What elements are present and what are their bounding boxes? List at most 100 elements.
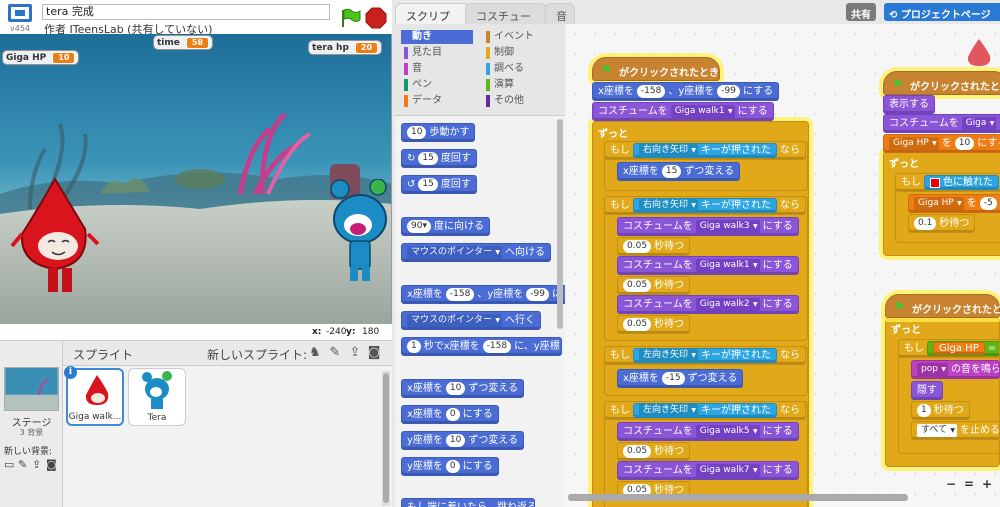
if-header[interactable]: もし Giga HP = bbox=[898, 339, 1000, 358]
block-input[interactable]: 10 bbox=[407, 126, 427, 139]
upload-backdrop-icon[interactable]: ⇪ bbox=[32, 459, 45, 471]
block-input[interactable]: 15 bbox=[418, 152, 438, 165]
block-dropdown[interactable]: 右向き矢印 bbox=[639, 144, 699, 157]
variable-reporter[interactable]: Giga HP bbox=[933, 342, 985, 355]
fullscreen-icon[interactable] bbox=[8, 4, 32, 22]
block-input[interactable]: 15 bbox=[661, 165, 682, 178]
info-icon[interactable]: i bbox=[64, 366, 77, 379]
block-turn-left[interactable]: ↺ 15 度回す bbox=[401, 175, 477, 194]
block-input[interactable]: -5 bbox=[979, 197, 997, 210]
block-goto[interactable]: マウスのポインターへ行く bbox=[401, 311, 542, 330]
block-dropdown[interactable]: Giga walk5 bbox=[695, 425, 760, 438]
block-turn-right[interactable]: ↻ 15 度回す bbox=[401, 149, 477, 168]
block-dropdown[interactable]: Giga walk7 bbox=[695, 464, 760, 477]
block-switch-costume[interactable]: コスチュームをGiga walk7にする bbox=[617, 461, 799, 480]
sprite-scrollbar[interactable] bbox=[382, 371, 390, 506]
block-input[interactable]: 10 bbox=[445, 434, 466, 447]
block-set-x[interactable]: x座標を 0 にする bbox=[401, 405, 499, 424]
hat-green-flag-2[interactable]: ⚑ がクリックされたとき bbox=[883, 71, 1000, 95]
block-wait[interactable]: 0.05 秒待つ bbox=[617, 275, 691, 295]
category-8[interactable]: 演算 bbox=[483, 78, 555, 92]
block-switch-costume[interactable]: コスチュームをGiga walk1にする bbox=[617, 256, 799, 275]
block-dropdown[interactable]: Giga walk1 bbox=[670, 105, 735, 118]
if-header-4[interactable]: もし 左向き矢印キーが押された なら bbox=[604, 401, 807, 420]
block-input[interactable]: 0.05 bbox=[623, 278, 652, 292]
block-hide[interactable]: 隠す bbox=[911, 381, 943, 400]
color-swatch[interactable] bbox=[930, 177, 940, 188]
scripts-horizontal-scrollbar[interactable] bbox=[568, 494, 908, 501]
category-6[interactable]: 制御 bbox=[483, 46, 555, 60]
category-1[interactable]: 見た目 bbox=[401, 46, 473, 60]
hat-green-flag-1[interactable]: ⚑ がクリックされたとき bbox=[592, 57, 720, 81]
block-dropdown[interactable]: pop bbox=[917, 363, 948, 376]
block-input[interactable]: 15 bbox=[418, 178, 438, 191]
key-pressed-sensor[interactable]: 右向き矢印キーが押された bbox=[633, 198, 778, 213]
if-header[interactable]: もし 色に触れた bbox=[895, 173, 1000, 192]
block-dropdown[interactable]: マウスのポインター bbox=[407, 314, 503, 327]
hat-green-flag-3[interactable]: ⚑ がクリックされたと bbox=[885, 294, 1000, 318]
block-input[interactable]: 1 bbox=[407, 340, 421, 353]
block-input[interactable]: -158 bbox=[636, 85, 666, 98]
block-switch-costume[interactable]: コスチュームをGiga walk1にする bbox=[592, 102, 774, 121]
block-change-x[interactable]: x座標を 10 ずつ変える bbox=[401, 379, 525, 398]
paint-backdrop-icon[interactable]: ▭ bbox=[4, 459, 17, 471]
zoom-in-icon[interactable]: + bbox=[980, 477, 994, 491]
block-input[interactable]: 0.1 bbox=[914, 217, 937, 230]
if-header-3[interactable]: もし 左向き矢印キーが押された なら bbox=[604, 346, 807, 365]
block-change-y[interactable]: y座標を 10 ずつ変える bbox=[401, 431, 525, 450]
block-input[interactable]: -99 bbox=[526, 288, 549, 301]
block-change-variable[interactable]: Giga HPを-5 bbox=[908, 194, 1000, 213]
green-flag-icon[interactable] bbox=[339, 8, 361, 28]
paint-sprite-icon[interactable]: ✎ bbox=[327, 345, 343, 361]
stage[interactable]: Giga HP 10 time 58 tera hp 20 bbox=[0, 34, 392, 324]
monitor-time[interactable]: time 58 bbox=[153, 35, 214, 50]
sprite-tile-tera[interactable]: Tera bbox=[128, 368, 186, 426]
sprite-library-icon[interactable]: ♞ bbox=[307, 345, 323, 361]
tab-scripts[interactable]: スクリプト bbox=[395, 3, 469, 39]
block-dropdown[interactable]: Giga walk1 bbox=[695, 259, 760, 272]
category-9[interactable]: その他 bbox=[483, 94, 555, 108]
block-wait[interactable]: 0.1 秒待つ bbox=[908, 214, 976, 233]
category-3[interactable]: ペン bbox=[401, 78, 473, 92]
block-goto-xy[interactable]: x座標を -158 、y座標を -99 にする bbox=[592, 82, 780, 101]
tera-sprite[interactable] bbox=[330, 179, 392, 284]
giga-sprite[interactable] bbox=[10, 174, 100, 299]
block-play-sound[interactable]: popの音を鳴らす bbox=[911, 360, 1000, 379]
sprite-tile-giga[interactable]: i Giga walk... bbox=[64, 366, 124, 426]
camera-sprite-icon[interactable]: ◙ bbox=[366, 345, 382, 361]
block-input[interactable]: 10 bbox=[954, 137, 975, 150]
tab-sounds[interactable]: 音 bbox=[545, 3, 575, 24]
block-set-variable[interactable]: Giga HPを10にする bbox=[883, 134, 1000, 153]
block-input[interactable]: 90▾ bbox=[407, 220, 431, 233]
key-pressed-sensor[interactable]: 右向き矢印キーが押された bbox=[633, 143, 778, 158]
block-input[interactable]: 0 bbox=[445, 460, 460, 473]
stop-icon[interactable] bbox=[365, 7, 387, 29]
block-wait[interactable]: 0.05 秒待つ bbox=[617, 441, 691, 461]
touching-color-sensor[interactable]: 色に触れた bbox=[924, 175, 999, 190]
block-input[interactable]: -158 bbox=[445, 288, 475, 301]
block-wait[interactable]: 0.05 秒待つ bbox=[617, 314, 691, 334]
block-show[interactable]: 表示する bbox=[883, 95, 935, 114]
block-wait[interactable]: 1 秒待つ bbox=[911, 401, 970, 420]
block-stop[interactable]: すべてを止める bbox=[911, 421, 1000, 440]
block-set-y[interactable]: y座標を 0 にする bbox=[401, 457, 499, 476]
category-7[interactable]: 調べる bbox=[483, 62, 555, 76]
zoom-out-icon[interactable]: − bbox=[944, 477, 958, 491]
project-page-button[interactable]: ⟲ プロジェクトページ bbox=[884, 3, 1000, 21]
monitor-giga-hp[interactable]: Giga HP 10 bbox=[2, 50, 80, 65]
block-bounce[interactable]: もし端に着いたら、跳ね返る bbox=[401, 498, 535, 507]
block-point-towards[interactable]: マウスのポインターへ向ける bbox=[401, 243, 552, 262]
block-input[interactable]: 0.05 bbox=[623, 444, 652, 458]
camera-backdrop-icon[interactable]: ◙ bbox=[46, 459, 59, 471]
block-dropdown[interactable]: Giga bbox=[961, 117, 997, 130]
block-switch-costume[interactable]: コスチュームをGiga walk2にする bbox=[617, 295, 799, 314]
block-point-direction[interactable]: 90▾ 度に向ける bbox=[401, 217, 490, 236]
block-dropdown[interactable]: Giga walk3 bbox=[695, 220, 760, 233]
key-pressed-sensor[interactable]: 左向き矢印キーが押された bbox=[633, 348, 778, 363]
block-input[interactable]: -99 bbox=[717, 85, 740, 98]
block-input[interactable]: 0 bbox=[445, 408, 460, 421]
category-2[interactable]: 音 bbox=[401, 62, 473, 76]
block-dropdown[interactable]: Giga walk2 bbox=[695, 298, 760, 311]
block-dropdown[interactable]: Giga HP bbox=[914, 197, 964, 210]
tab-costumes[interactable]: コスチューム bbox=[465, 3, 547, 39]
